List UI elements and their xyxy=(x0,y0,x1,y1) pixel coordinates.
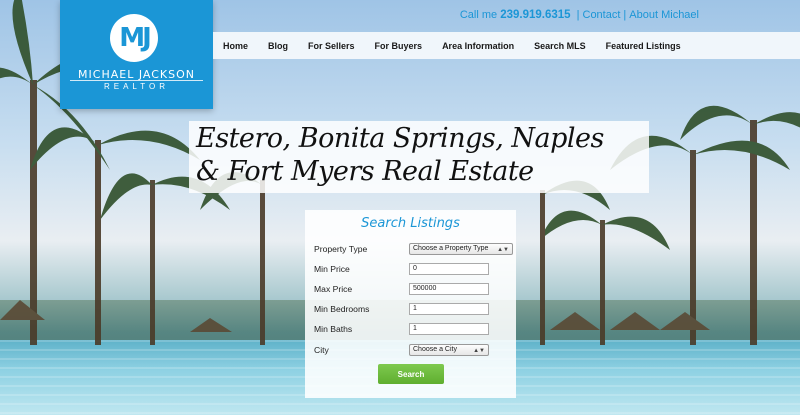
min-baths-input[interactable]: 1 xyxy=(409,323,489,335)
property-type-select[interactable]: Choose a Property Type ▲▼ xyxy=(409,243,513,255)
nav-search-mls[interactable]: Search MLS xyxy=(524,41,596,51)
min-price-row: Min Price 0 xyxy=(314,263,508,277)
search-title: Search Listings xyxy=(361,216,460,231)
search-listings-panel: Search Listings Property Type Choose a P… xyxy=(305,210,516,398)
headline-line-1: Estero, Bonita Springs, Naples xyxy=(196,123,604,154)
nav-area-information[interactable]: Area Information xyxy=(432,41,524,51)
city-label: City xyxy=(314,345,329,355)
logo-monogram-icon: MJ xyxy=(110,14,158,62)
city-select[interactable]: Choose a City ▲▼ xyxy=(409,344,489,356)
nav-featured-listings[interactable]: Featured Listings xyxy=(596,41,691,51)
city-value: Choose a City xyxy=(413,346,457,353)
min-baths-label: Min Baths xyxy=(314,324,353,334)
separator: | xyxy=(623,9,627,21)
separator: | xyxy=(576,9,580,21)
nav-blog[interactable]: Blog xyxy=(258,41,298,51)
hero-headline: Estero, Bonita Springs, Naples & Fort My… xyxy=(189,121,649,193)
about-link[interactable]: About Michael xyxy=(629,9,699,21)
logo-subtitle: REALTOR xyxy=(103,82,170,91)
select-arrows-icon: ▲▼ xyxy=(473,348,485,354)
main-nav: Home Blog For Sellers For Buyers Area In… xyxy=(213,32,800,59)
max-price-row: Max Price 500000 xyxy=(314,283,508,297)
property-type-label: Property Type xyxy=(314,244,368,254)
nav-for-buyers[interactable]: For Buyers xyxy=(365,41,433,51)
headline-line-2: & Fort Myers Real Estate xyxy=(196,156,534,187)
select-arrows-icon: ▲▼ xyxy=(497,247,509,253)
contact-link[interactable]: Contact xyxy=(583,9,621,21)
min-bedrooms-label: Min Bedrooms xyxy=(314,304,370,314)
min-baths-row: Min Baths 1 xyxy=(314,323,508,337)
phone-number[interactable]: 239.919.6315 xyxy=(500,9,570,21)
min-bedrooms-input[interactable]: 1 xyxy=(409,303,489,315)
property-type-row: Property Type Choose a Property Type ▲▼ xyxy=(314,243,513,257)
max-price-label: Max Price xyxy=(314,284,353,294)
max-price-input[interactable]: 500000 xyxy=(409,283,489,295)
search-button[interactable]: Search xyxy=(378,364,444,384)
contact-bar: Call me 239.919.6315 | Contact | About Mich… xyxy=(460,9,699,21)
logo-divider xyxy=(70,80,203,81)
site-logo[interactable]: MJ MICHAEL JACKSON REALTOR xyxy=(60,0,213,109)
nav-for-sellers[interactable]: For Sellers xyxy=(298,41,365,51)
page: MJ MICHAEL JACKSON REALTOR Call me 239.9… xyxy=(0,0,800,415)
property-type-value: Choose a Property Type xyxy=(413,245,489,252)
nav-home[interactable]: Home xyxy=(213,41,258,51)
min-price-input[interactable]: 0 xyxy=(409,263,489,275)
call-label: Call me xyxy=(459,9,498,21)
logo-monogram: MJ xyxy=(119,23,152,53)
min-bedrooms-row: Min Bedrooms 1 xyxy=(314,303,508,317)
city-row: City Choose a City ▲▼ xyxy=(314,344,508,358)
min-price-label: Min Price xyxy=(314,264,350,274)
